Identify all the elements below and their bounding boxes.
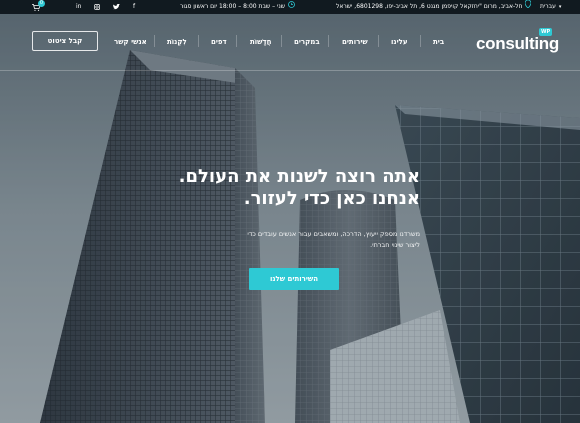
nav-item-pages[interactable]: דפים	[211, 38, 227, 46]
address-info: חל-אביב, מרום "יחזקאל קויפמן מגנט 6, תל …	[336, 0, 532, 14]
hours-text: שני – שבת 8:00 – 18:00 יום ראשון סגור	[180, 3, 285, 10]
nav-divider	[281, 35, 282, 47]
address-text: חל-אביב, מרום "יחזקאל קויפמן מגנט 6, תל …	[336, 3, 523, 10]
map-pin-icon	[525, 0, 532, 14]
nav-divider	[420, 35, 421, 47]
get-quote-button[interactable]: קבל ציטוט	[32, 31, 98, 51]
facebook-icon[interactable]: f	[133, 0, 135, 14]
linkedin-icon[interactable]: in	[76, 0, 81, 14]
hero-subtitle-line-1: משרדנו מספק ייעוץ, הדרכה, ומשאבים עבור א…	[247, 230, 420, 238]
our-services-button[interactable]: השירותים שלנו	[249, 268, 339, 290]
nav-item-cases[interactable]: במקרים	[294, 38, 320, 46]
hours-info: שני – שבת 8:00 – 18:00 יום ראשון סגור	[180, 0, 295, 14]
nav-divider	[154, 35, 155, 47]
nav-divider	[328, 35, 329, 47]
instagram-icon[interactable]	[94, 0, 100, 14]
twitter-icon[interactable]	[113, 0, 120, 14]
site-logo[interactable]: consulting	[476, 34, 559, 54]
nav-item-about[interactable]: עלינו	[391, 38, 408, 46]
language-label: עברית	[540, 3, 556, 10]
hero-title-line-2: אנחנו כאן כדי לעזור.	[243, 188, 420, 209]
main-header: consulting WP בית עלינו שירותים במקרים ח…	[0, 14, 580, 71]
nav-divider	[378, 35, 379, 47]
chevron-down-icon: ▾	[558, 4, 562, 10]
clock-icon	[288, 0, 295, 14]
nav-item-news[interactable]: חֲדָשׁוֹת	[250, 38, 271, 46]
nav-divider	[236, 35, 237, 47]
hero-subtitle-line-2: ליצור שינוי חברתי.	[370, 241, 420, 249]
logo-badge: WP	[539, 28, 553, 36]
hero-title: אתה רוצה לשנות את העולם. אנחנו כאן כדי ל…	[120, 166, 420, 210]
nav-item-services[interactable]: שירותים	[342, 38, 368, 46]
top-bar: עברית ▾ חל-אביב, מרום "יחזקאל קויפמן מגנ…	[0, 0, 580, 14]
hero-title-line-1: אתה רוצה לשנות את העולם.	[178, 166, 420, 187]
hero-subtitle: משרדנו מספק ייעוץ, הדרכה, ומשאבים עבור א…	[190, 229, 420, 251]
nav-divider	[198, 35, 199, 47]
nav-item-home[interactable]: בית	[433, 38, 444, 46]
cart-count-badge: 0	[38, 0, 45, 7]
language-selector[interactable]: עברית ▾	[540, 0, 561, 14]
nav-item-contact[interactable]: אנשי קשר	[114, 38, 147, 46]
nav-item-shop[interactable]: לִקְנוֹת	[167, 38, 187, 46]
